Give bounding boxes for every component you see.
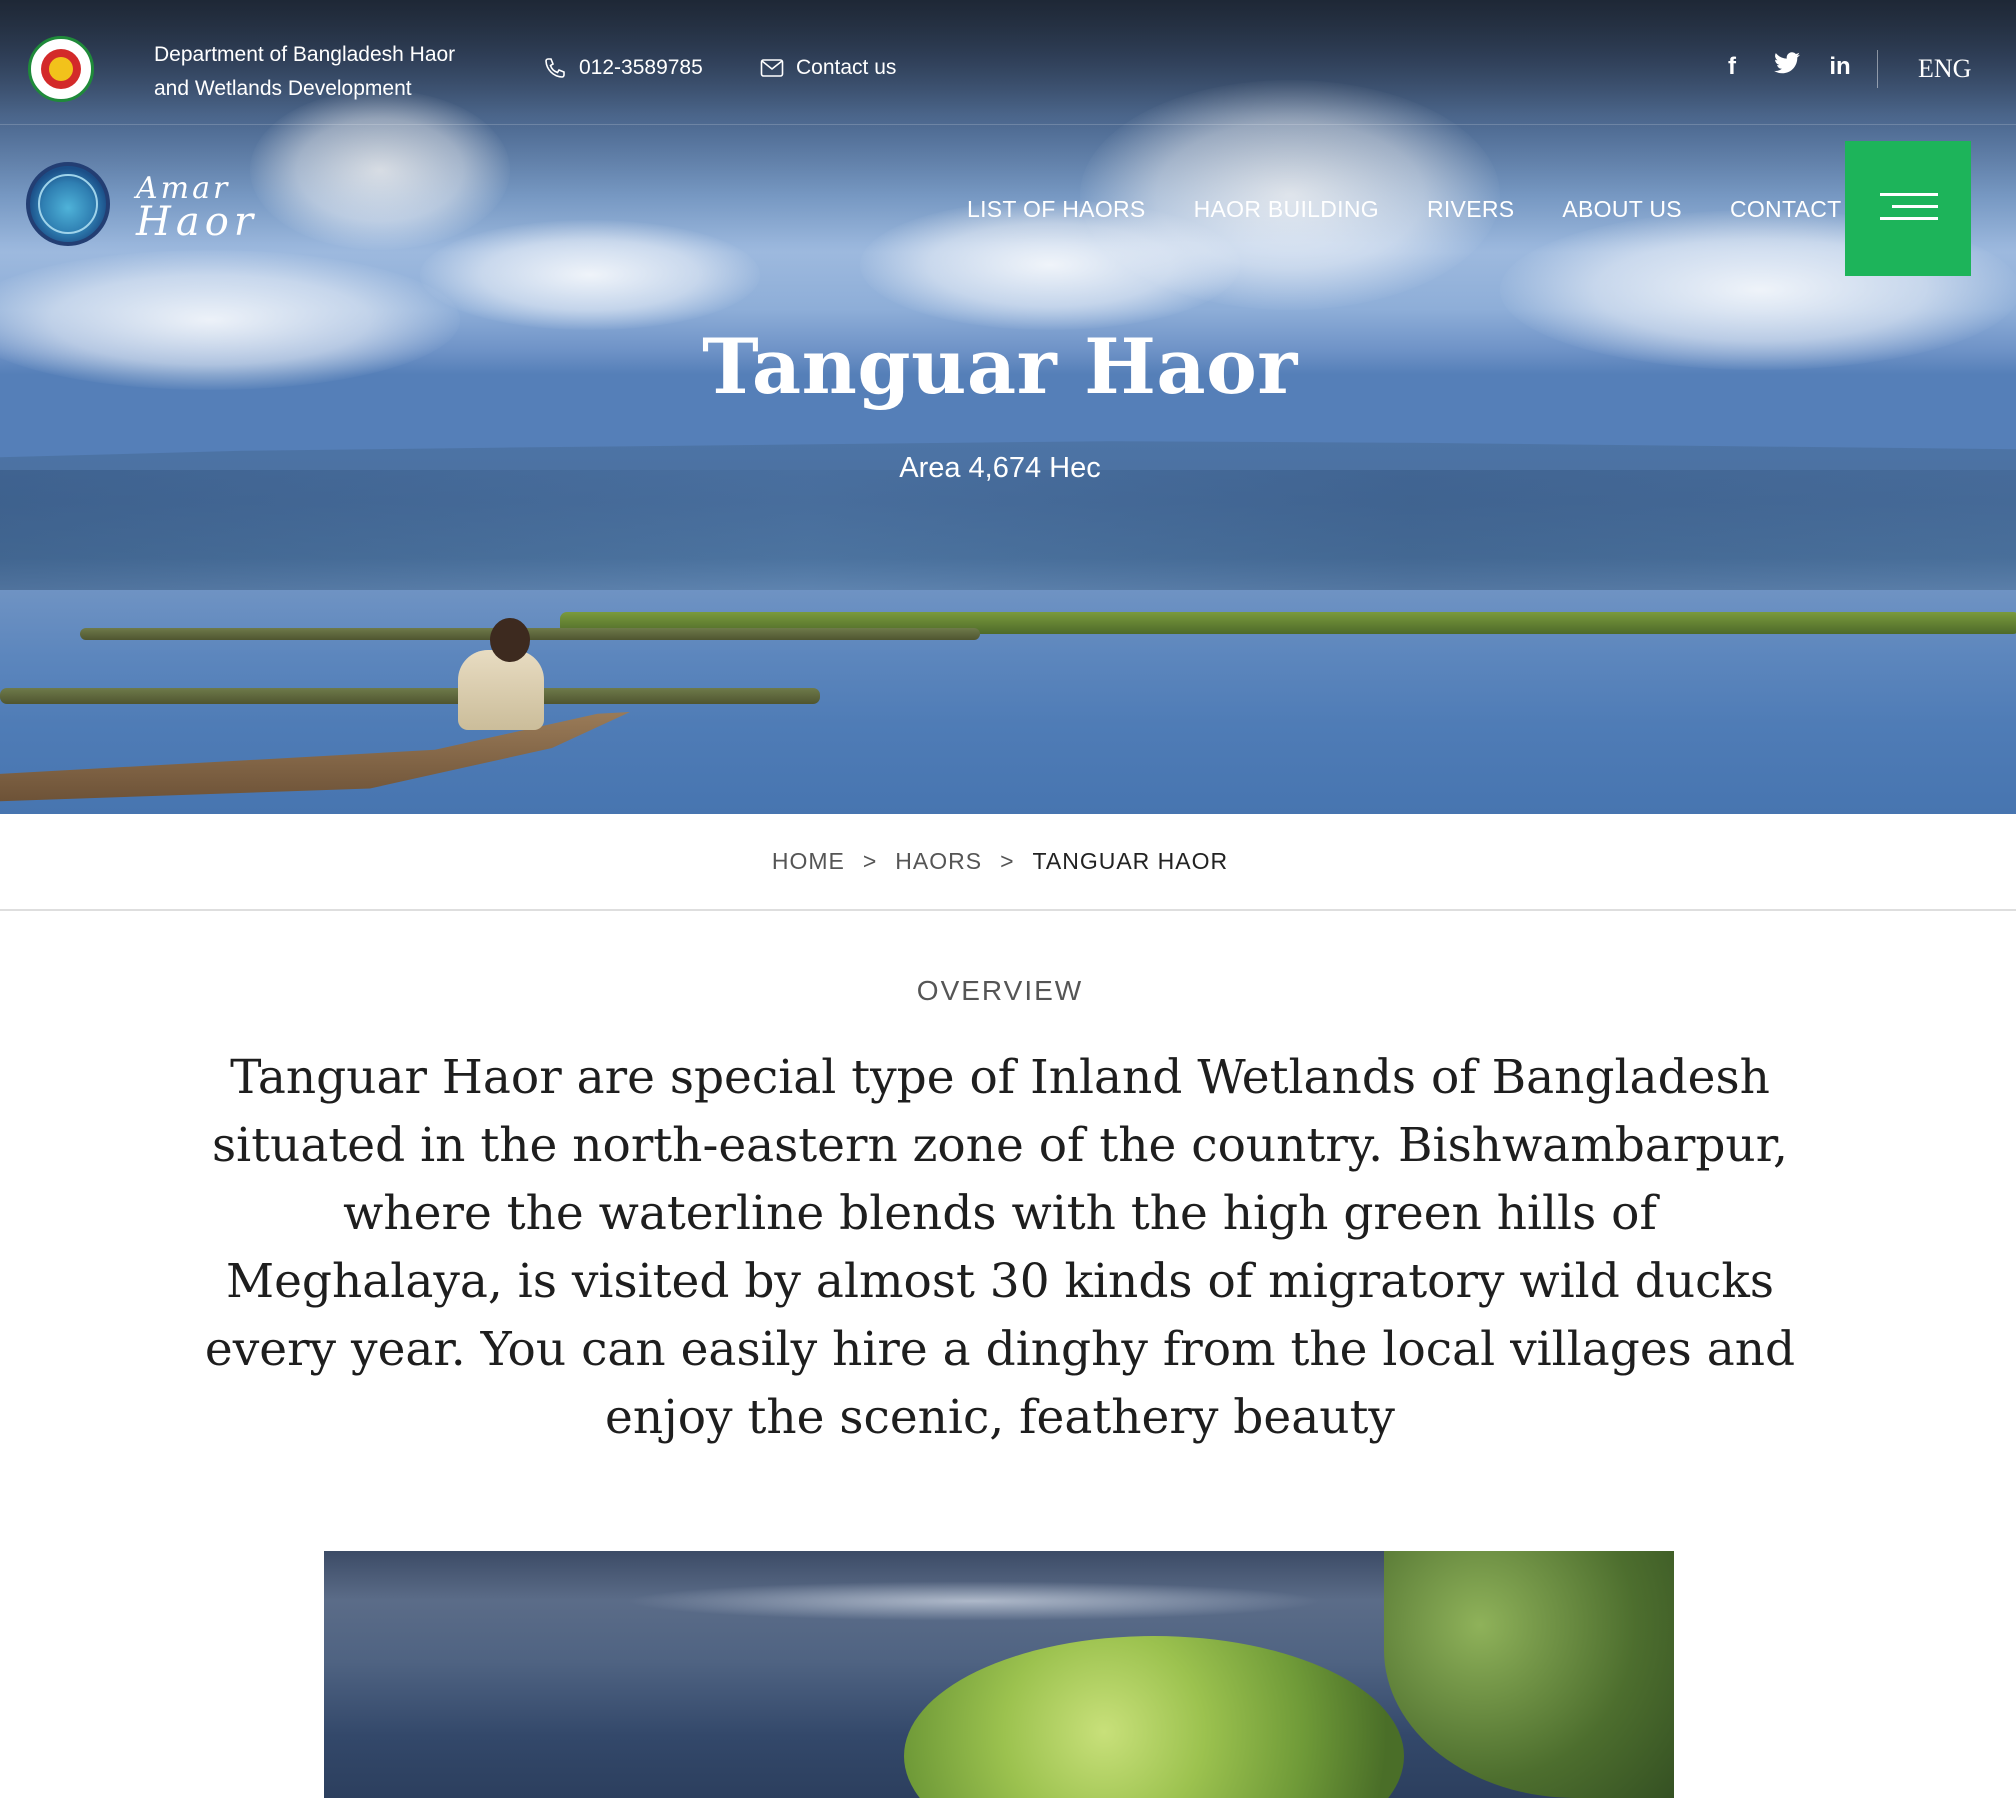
area-subtitle: Area 4,674 Hec	[899, 452, 1101, 484]
phone-icon	[545, 58, 565, 78]
language-switch[interactable]: ENG	[1918, 54, 1971, 84]
department-line-2: and Wetlands Development	[154, 77, 412, 100]
photo-water-shine	[624, 1581, 1324, 1621]
nav-list-of-haors[interactable]: LIST OF HAORS	[967, 196, 1146, 223]
breadcrumb: HOME > HAORS > TANGUAR HAOR	[0, 814, 2016, 911]
nav-haor-building[interactable]: HAOR BUILDING	[1194, 196, 1379, 223]
department-name: Department of Bangladesh Haor and Wetlan…	[154, 38, 484, 106]
hamburger-line	[1880, 193, 1938, 196]
main-nav: LIST OF HAORS HAOR BUILDING RIVERS ABOUT…	[967, 196, 1880, 223]
government-logo-center	[49, 57, 73, 81]
topbar-divider	[1877, 50, 1878, 88]
breadcrumb-separator: >	[1000, 848, 1015, 874]
linkedin-icon[interactable]: in	[1828, 53, 1852, 81]
contact-link[interactable]: Contact us	[760, 56, 896, 80]
overview-text: Tanguar Haor are special type of Inland …	[204, 1050, 1796, 1445]
nav-rivers[interactable]: RIVERS	[1427, 196, 1514, 223]
photo-island	[904, 1636, 1404, 1798]
department-line-1: Department of Bangladesh Haor	[154, 43, 456, 66]
top-bar: Department of Bangladesh Haor and Wetlan…	[0, 0, 2016, 125]
overview-label: OVERVIEW	[916, 975, 1084, 1006]
brand-wordmark[interactable]: Amar Haor	[136, 174, 258, 245]
hamburger-line	[1892, 205, 1938, 208]
social-links: f in	[1720, 52, 1852, 81]
contact-label: Contact us	[796, 56, 897, 79]
breadcrumb-separator: >	[862, 848, 878, 874]
menu-button[interactable]	[1845, 141, 1971, 276]
twitter-icon[interactable]	[1774, 52, 1800, 81]
breadcrumb-current: TANGUAR HAOR	[1032, 848, 1229, 874]
phone-link[interactable]: 012-3589785	[543, 56, 703, 80]
photo-trees	[1384, 1551, 1674, 1798]
breadcrumb-haors[interactable]: HAORS	[895, 848, 982, 875]
nav-about-us[interactable]: ABOUT US	[1562, 196, 1682, 223]
mail-icon	[760, 59, 784, 77]
logo-ring	[38, 174, 98, 234]
page-title: Tanguar Haor	[702, 322, 1298, 411]
breadcrumb-home[interactable]: HOME	[772, 848, 845, 875]
government-logo[interactable]	[28, 36, 94, 102]
phone-number: 012-3589785	[579, 56, 703, 79]
haor-photo	[324, 1551, 1674, 1798]
facebook-icon[interactable]: f	[1720, 53, 1744, 81]
amar-haor-logo[interactable]	[26, 162, 110, 246]
brand-line-2: Haor	[136, 199, 258, 245]
hamburger-line	[1880, 217, 1938, 220]
